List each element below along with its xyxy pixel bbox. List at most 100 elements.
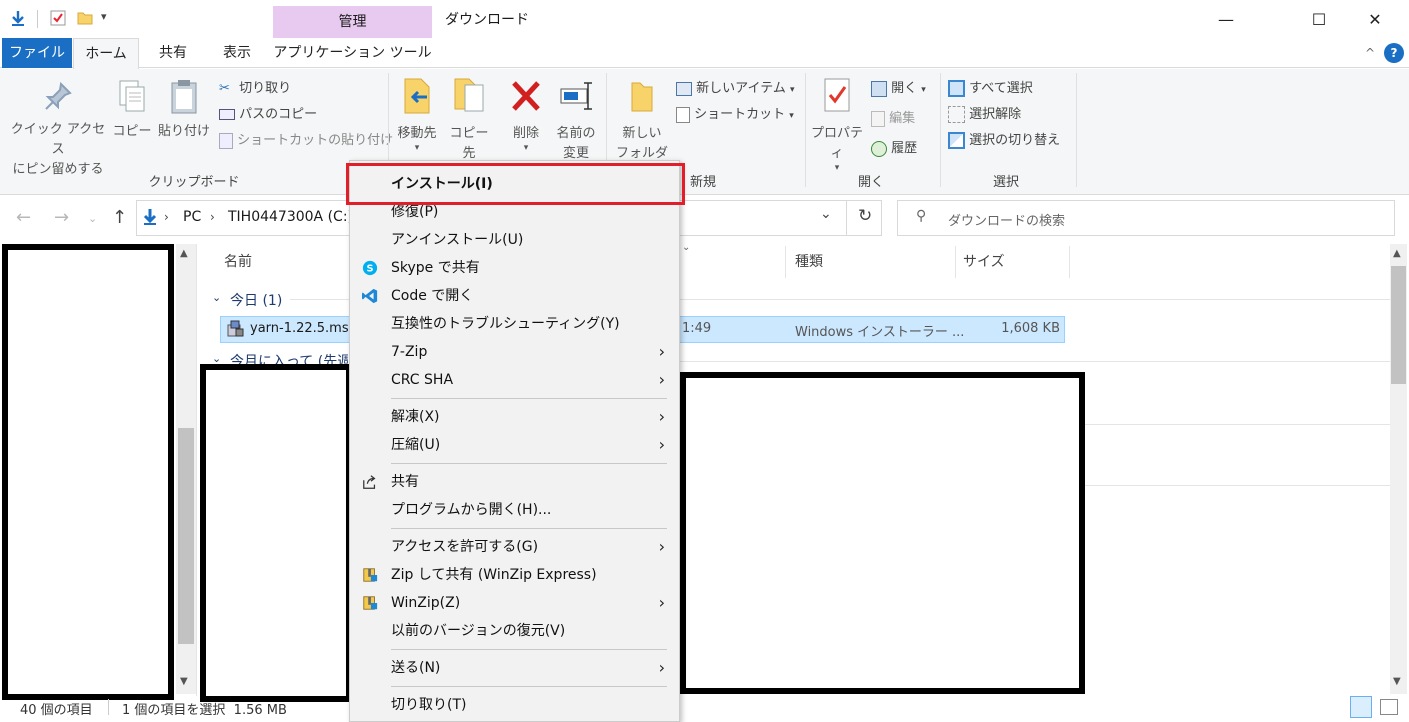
shortcut-button[interactable]: ショートカット ▾ — [676, 103, 794, 123]
menu-item-skype-share[interactable]: S Skype で共有 — [350, 254, 679, 282]
tab-share[interactable]: 共有 — [146, 38, 200, 68]
select-none-button[interactable]: 選択解除 — [948, 103, 1021, 123]
submenu-arrow-icon: › — [658, 537, 665, 556]
breadcrumb-drive[interactable]: TIH0447300A (C:) — [228, 209, 353, 225]
copy-button[interactable]: コピー — [112, 79, 152, 142]
refresh-icon[interactable]: ↻ — [858, 206, 872, 226]
menu-item-code-open[interactable]: Code で開く — [350, 282, 679, 310]
column-name-header[interactable]: 名前 — [224, 240, 252, 284]
select-all-label: すべて選択 — [969, 81, 1033, 96]
clipboard-group-label: クリップボード — [148, 175, 240, 190]
tab-home[interactable]: ホーム — [73, 38, 139, 69]
menu-separator — [391, 649, 667, 650]
new-folder-icon[interactable] — [77, 10, 93, 26]
group-collapse-icon[interactable]: ⌄ — [212, 291, 221, 304]
pin-quick-access-button[interactable]: クイック アクセス にピン留めする — [6, 81, 110, 180]
file-type: Windows インストーラー ... — [795, 325, 965, 340]
copy-label: コピー — [112, 124, 152, 139]
menu-item-give-access[interactable]: アクセスを許可する(G) › — [350, 533, 679, 561]
forward-arrow-icon[interactable]: → — [54, 207, 69, 228]
invert-selection-button[interactable]: 選択の切り替え — [948, 129, 1060, 149]
open-group-label: 開く — [857, 175, 884, 190]
menu-item-compress[interactable]: 圧縮(U) › — [350, 431, 679, 459]
paste-shortcut-button[interactable]: ショートカットの貼り付け — [219, 129, 393, 149]
edit-label: 編集 — [889, 111, 916, 126]
menu-item-open-with[interactable]: プログラムから開く(H)... — [350, 496, 679, 524]
details-view-icon[interactable] — [1350, 696, 1372, 718]
menu-item-send-to[interactable]: 送る(N) › — [350, 654, 679, 682]
window-title: ダウンロード — [445, 12, 529, 28]
ribbon: クイック アクセス にピン留めする コピー 貼り付け ✂ 切り取り パスのコピー… — [0, 69, 1409, 195]
menu-item-extract[interactable]: 解凍(X) › — [350, 403, 679, 431]
menu-item-troubleshoot[interactable]: 互換性のトラブルシューティング(Y) — [350, 310, 679, 338]
maximize-button[interactable]: ☐ — [1296, 4, 1342, 34]
redaction-box — [680, 372, 1085, 694]
collapse-ribbon-icon[interactable]: ^ — [1360, 38, 1380, 68]
context-tab-manage[interactable]: 管理 — [273, 6, 432, 38]
content-scroll-up-icon[interactable]: ▲ — [1393, 248, 1401, 259]
group-today-header[interactable]: 今日 (1) — [230, 290, 282, 310]
menu-item-winzip[interactable]: WinZip(Z) › — [350, 589, 679, 617]
shortcut-label: ショートカット — [694, 107, 786, 122]
rename-button[interactable]: 名前の 変更 — [551, 75, 601, 164]
paste-button[interactable]: 貼り付け — [156, 79, 212, 142]
column-type-header[interactable]: 種類 — [795, 240, 823, 284]
tab-file[interactable]: ファイル — [2, 38, 72, 68]
column-separator[interactable] — [1069, 246, 1070, 278]
shortcut-icon — [676, 106, 690, 123]
menu-item-restore-previous[interactable]: 以前のバージョンの復元(V) — [350, 617, 679, 645]
properties-label: プロパティ — [810, 126, 863, 161]
help-icon[interactable]: ? — [1384, 43, 1404, 63]
copy-to-button[interactable]: コピー先 ▾ — [444, 75, 494, 173]
delete-label: 削除 — [512, 126, 539, 141]
open-dropdown-icon: ▾ — [921, 85, 926, 95]
address-dropdown-icon[interactable]: ⌄ — [820, 206, 832, 222]
menu-item-winzip-express[interactable]: Zip して共有 (WinZip Express) — [350, 561, 679, 589]
minimize-button[interactable]: — — [1203, 4, 1249, 34]
close-button[interactable]: ✕ — [1352, 4, 1398, 34]
qat-dropdown-icon[interactable]: ▾ — [101, 10, 107, 23]
nav-scroll-thumb[interactable] — [178, 428, 194, 644]
tab-app-tools[interactable]: アプリケーション ツール — [273, 38, 432, 68]
sort-indicator-icon: ⌄ — [682, 242, 691, 253]
rename-label-1: 名前の — [556, 126, 596, 141]
move-to-button[interactable]: 移動先 ▾ — [392, 75, 442, 153]
menu-item-cut[interactable]: 切り取り(T) — [350, 691, 679, 719]
edit-button[interactable]: 編集 — [871, 107, 915, 127]
nav-scroll-up-icon[interactable]: ▲ — [180, 248, 188, 259]
row-rule — [1085, 424, 1390, 425]
paste-label: 貼り付け — [157, 124, 210, 139]
column-size-header[interactable]: サイズ — [963, 240, 1005, 284]
delete-button[interactable]: 削除 ▾ — [504, 75, 548, 153]
menu-item-uninstall[interactable]: アンインストール(U) — [350, 226, 679, 254]
select-all-icon — [948, 80, 965, 97]
content-scroll-thumb[interactable] — [1391, 266, 1406, 384]
properties-check-icon[interactable] — [50, 10, 66, 26]
cut-button[interactable]: ✂ 切り取り — [219, 77, 291, 96]
content-scroll-down-icon[interactable]: ▼ — [1393, 676, 1401, 687]
submenu-arrow-icon: › — [658, 593, 665, 612]
new-item-button[interactable]: 新しいアイテム ▾ — [676, 77, 795, 96]
select-all-button[interactable]: すべて選択 — [948, 77, 1033, 97]
history-button[interactable]: 履歴 — [871, 137, 917, 157]
breadcrumb-pc[interactable]: PC — [183, 209, 201, 225]
back-arrow-icon[interactable]: ← — [16, 207, 31, 228]
svg-text:S: S — [366, 264, 373, 275]
menu-item-share[interactable]: 共有 — [350, 468, 679, 496]
column-separator[interactable] — [785, 246, 786, 278]
tab-view[interactable]: 表示 — [210, 38, 264, 68]
properties-button[interactable]: プロパティ ▾ — [807, 75, 867, 173]
nav-scroll-down-icon[interactable]: ▼ — [180, 676, 188, 687]
new-folder-icon — [631, 82, 653, 112]
open-button[interactable]: 開く ▾ — [871, 77, 926, 97]
column-separator[interactable] — [955, 246, 956, 278]
copy-path-button[interactable]: パスのコピー — [219, 103, 317, 122]
recent-dropdown-icon[interactable]: ⌄ — [88, 212, 97, 225]
ribbon-tabs: ファイル ホーム 共有 表示 アプリケーション ツール ^ ? — [0, 38, 1409, 69]
download-arrow-icon[interactable] — [10, 10, 26, 26]
menu-item-crc-sha[interactable]: CRC SHA › — [350, 366, 679, 394]
menu-item-7zip[interactable]: 7-Zip › — [350, 338, 679, 366]
large-icons-view-icon[interactable] — [1380, 699, 1398, 715]
move-to-label: 移動先 — [397, 126, 437, 141]
up-arrow-icon[interactable]: ↑ — [112, 207, 127, 228]
